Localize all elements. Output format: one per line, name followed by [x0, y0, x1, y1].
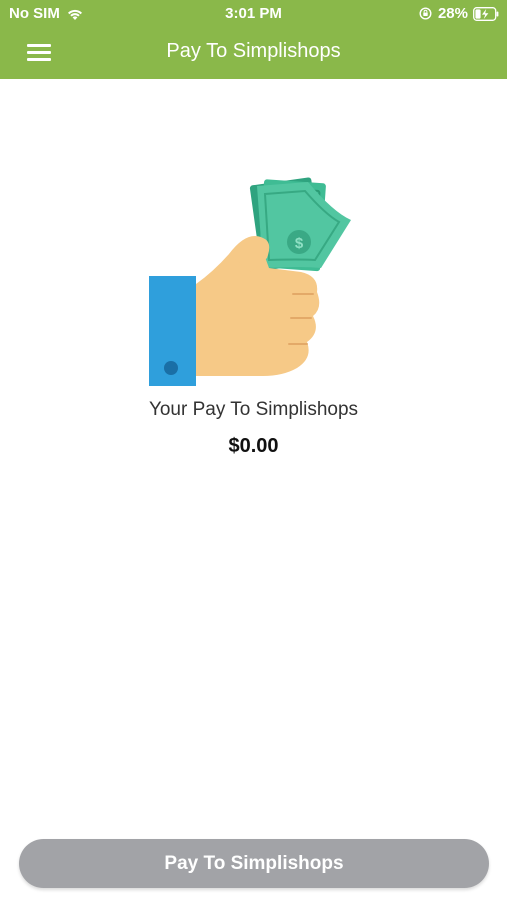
pay-amount: $0.00 [228, 435, 279, 457]
pay-button[interactable]: Pay To Simplishops [19, 839, 489, 888]
battery-charging-icon [473, 6, 499, 21]
svg-text:$: $ [295, 235, 304, 252]
status-right: 28% [419, 5, 499, 22]
pay-label: Your Pay To Simplishops [148, 399, 359, 420]
page-title: Pay To Simplishops [166, 40, 341, 62]
app-top-bar: No SIM 3:01 PM 28% Pay To Simplishops [0, 0, 507, 79]
battery-percent: 28% [437, 5, 468, 22]
nav-header: Pay To Simplishops [0, 28, 507, 79]
hand-holding-money-icon: $ [149, 177, 351, 386]
orientation-lock-icon [419, 7, 432, 20]
status-bar: No SIM 3:01 PM 28% [0, 0, 507, 28]
